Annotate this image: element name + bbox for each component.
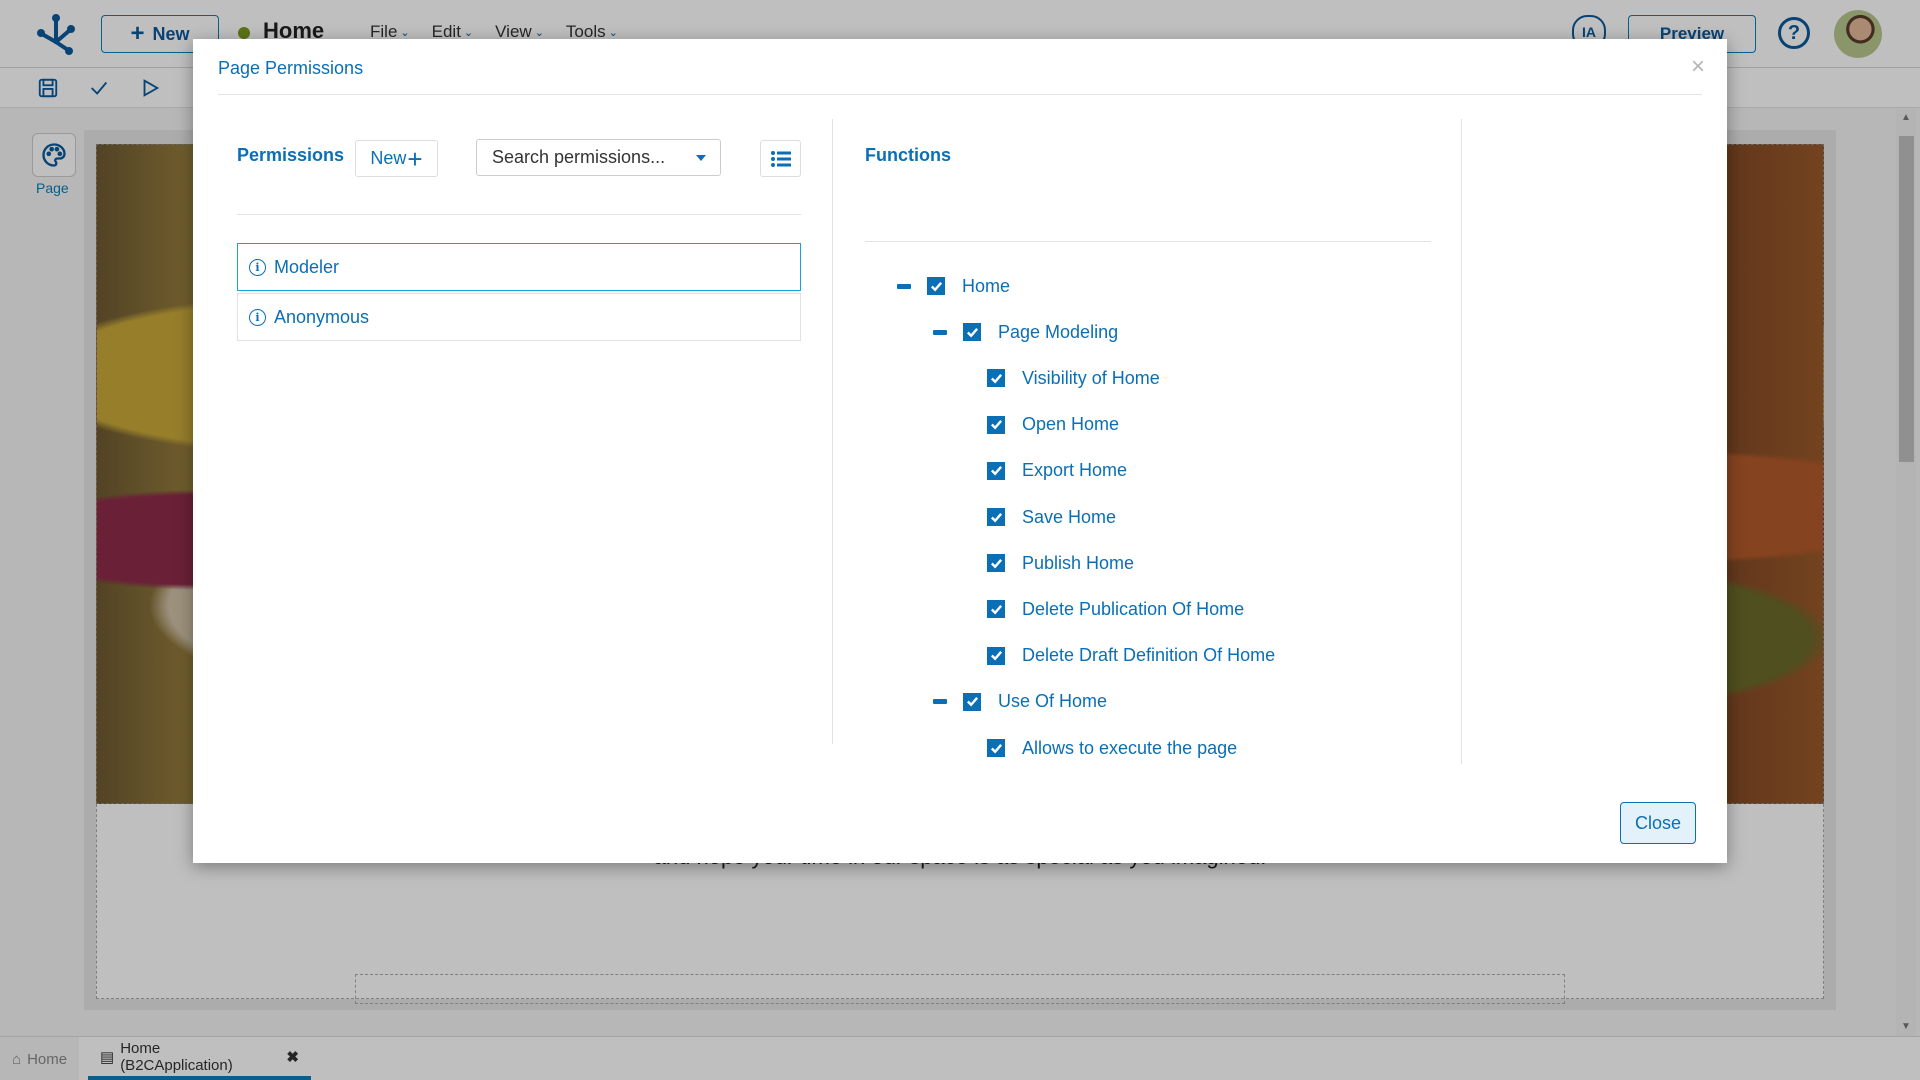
- dialog-title: Page Permissions: [218, 58, 364, 78]
- dialog-header-divider: [218, 94, 1702, 95]
- check-icon: [990, 604, 1002, 615]
- checkbox[interactable]: [987, 508, 1005, 526]
- tree-node-label: Open Home: [1022, 414, 1120, 435]
- tree-node-label: Allows to execute the page: [1022, 737, 1238, 758]
- checkbox[interactable]: [987, 554, 1005, 573]
- check-icon: [990, 466, 1002, 476]
- tree-node[interactable]: Home: [897, 271, 1010, 301]
- tree-node[interactable]: Allows to execute the page: [987, 733, 1237, 763]
- caret-down-icon: [696, 155, 706, 161]
- tree-node[interactable]: Publish Home: [987, 548, 1134, 578]
- tree-node-label: Delete Publication Of Home: [1022, 598, 1245, 619]
- close-icon[interactable]: ×: [1691, 55, 1705, 79]
- functions-header: Functions: [865, 145, 951, 165]
- check-icon: [990, 743, 1002, 754]
- tree-node[interactable]: Save Home: [987, 502, 1116, 532]
- checkbox[interactable]: [927, 277, 945, 295]
- list-view-button[interactable]: [760, 140, 801, 177]
- check-icon: [966, 327, 978, 338]
- new-permission-button[interactable]: New +: [355, 140, 438, 177]
- tree-node[interactable]: Visibility of Home: [987, 363, 1160, 393]
- tree-node-label: Save Home: [1022, 506, 1117, 527]
- permission-item-modeler[interactable]: i Modeler: [237, 243, 801, 291]
- list-icon: [770, 150, 791, 167]
- checkbox[interactable]: [987, 646, 1005, 665]
- collapse-icon[interactable]: [933, 329, 947, 335]
- check-icon: [990, 558, 1002, 569]
- tree-node[interactable]: Open Home: [987, 410, 1119, 440]
- checkbox[interactable]: [987, 461, 1005, 480]
- check-icon: [990, 420, 1002, 430]
- tree-node[interactable]: Export Home: [987, 456, 1127, 486]
- page-permissions-dialog: Page Permissions × Permissions New + Sea…: [193, 39, 1727, 863]
- search-placeholder: Search permissions...: [492, 147, 666, 167]
- functions-divider: [865, 241, 1431, 242]
- tree-node[interactable]: Delete Draft Definition Of Home: [987, 641, 1275, 671]
- checkbox[interactable]: [963, 323, 981, 342]
- tree-node-label: Page Modeling: [998, 321, 1119, 342]
- new-permission-label: New: [370, 148, 407, 168]
- tree-node-label: Delete Draft Definition Of Home: [1022, 645, 1276, 666]
- column-divider: [1461, 119, 1462, 764]
- info-icon[interactable]: i: [249, 308, 266, 326]
- tree-node-label: Publish Home: [1022, 552, 1135, 573]
- permission-label: Modeler: [274, 256, 340, 277]
- info-icon[interactable]: i: [249, 258, 266, 276]
- check-icon: [990, 373, 1002, 384]
- collapse-icon[interactable]: [933, 699, 947, 705]
- column-divider: [832, 119, 833, 744]
- tree-node[interactable]: Use Of Home: [933, 687, 1107, 717]
- check-icon: [930, 281, 942, 292]
- check-icon: [990, 512, 1002, 523]
- permission-label: Anonymous: [274, 306, 370, 327]
- tree-node[interactable]: Delete Publication Of Home: [987, 594, 1244, 624]
- tree-node-label: Export Home: [1022, 460, 1128, 481]
- check-icon: [966, 697, 978, 707]
- checkbox[interactable]: [963, 692, 981, 711]
- plus-icon: +: [407, 143, 423, 174]
- tree-node-label: Visibility of Home: [1022, 367, 1160, 388]
- checkbox[interactable]: [987, 369, 1005, 388]
- permissions-header: Permissions: [237, 145, 345, 165]
- tree-node-label: Home: [962, 275, 1011, 296]
- checkbox[interactable]: [987, 415, 1005, 434]
- checkbox[interactable]: [987, 600, 1005, 619]
- collapse-icon[interactable]: [897, 283, 911, 289]
- close-button[interactable]: Close: [1620, 802, 1696, 844]
- permissions-divider: [237, 214, 801, 215]
- check-icon: [990, 651, 1002, 661]
- permissions-search-dropdown[interactable]: Search permissions...: [476, 139, 721, 176]
- permission-item-anonymous[interactable]: i Anonymous: [237, 293, 801, 341]
- tree-node-label: Use Of Home: [998, 691, 1108, 712]
- checkbox[interactable]: [987, 739, 1005, 757]
- permissions-list: i Modeler i Anonymous: [237, 243, 801, 343]
- tree-node[interactable]: Page Modeling: [933, 317, 1118, 347]
